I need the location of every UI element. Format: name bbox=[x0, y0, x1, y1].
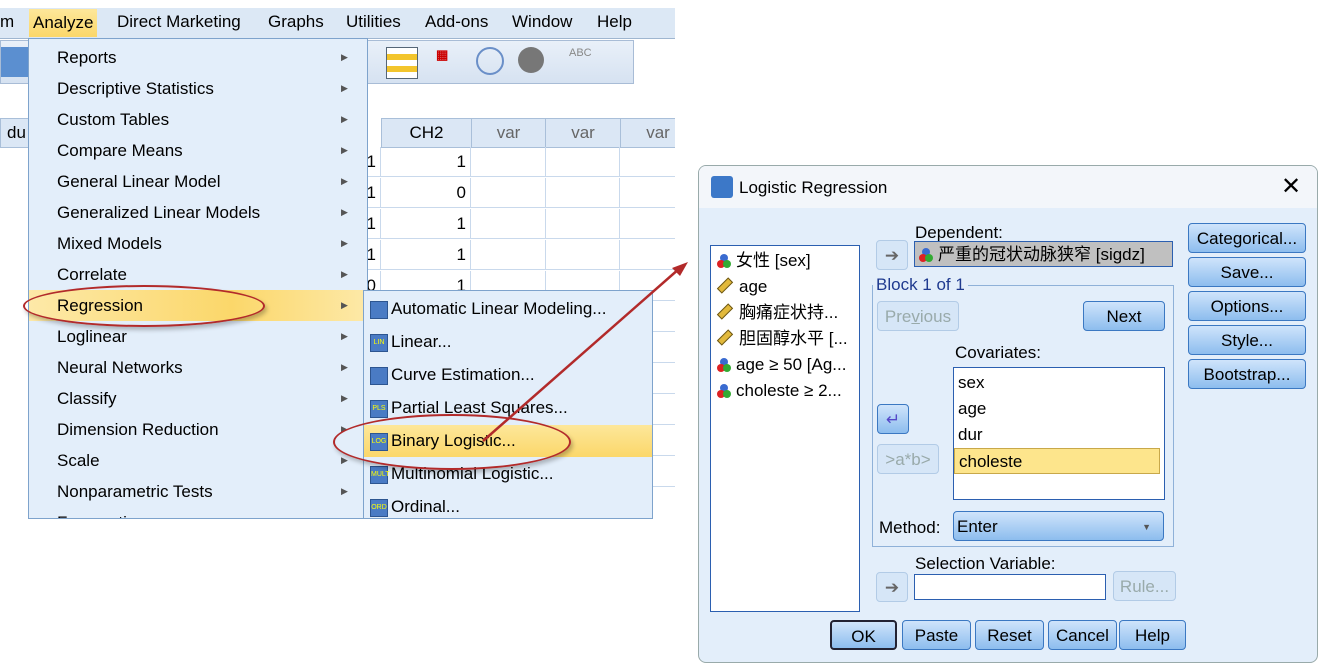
help-button[interactable]: Help bbox=[1119, 620, 1186, 650]
variable-label: 胆固醇水平 [... bbox=[739, 329, 848, 348]
scale-ruler-icon bbox=[716, 329, 734, 346]
covariate-item[interactable]: dur bbox=[954, 422, 1160, 448]
variable-item[interactable]: age ≥ 50 [Ag... bbox=[717, 352, 846, 378]
close-icon[interactable]: ✕ bbox=[1281, 172, 1301, 201]
covariate-item[interactable]: choleste bbox=[954, 448, 1160, 474]
dependent-field[interactable]: 严重的冠状动脉狭窄 [sigdz] bbox=[914, 241, 1173, 267]
move-dependent-arrow-button[interactable]: ➔ bbox=[876, 240, 908, 270]
method-label: Method: bbox=[879, 518, 941, 537]
nominal-icon bbox=[919, 248, 933, 262]
dialog-title-bar: Logistic Regression ✕ bbox=[699, 166, 1317, 208]
variable-label: 女性 [sex] bbox=[736, 251, 811, 270]
nominal-icon bbox=[717, 254, 731, 268]
variable-item[interactable]: 胸痛症状持... bbox=[716, 300, 839, 326]
cancel-button[interactable]: Cancel bbox=[1048, 620, 1117, 650]
nominal-icon bbox=[717, 358, 731, 372]
button-options[interactable]: Options... bbox=[1188, 291, 1306, 321]
selection-variable-label: Selection Variable: bbox=[915, 554, 1056, 573]
previous-button[interactable]: Previous bbox=[877, 301, 959, 331]
move-selection-arrow-button[interactable]: ➔ bbox=[876, 572, 908, 602]
variable-item[interactable]: choleste ≥ 2... bbox=[717, 378, 842, 404]
ok-button[interactable]: OK bbox=[830, 620, 897, 650]
logistic-regression-dialog: Logistic Regression ✕ 女性 [sex] age 胸痛症状持..… bbox=[698, 165, 1318, 663]
dependent-value: 严重的冠状动脉狭窄 [sigdz] bbox=[938, 245, 1145, 264]
next-button[interactable]: Next bbox=[1083, 301, 1165, 331]
variable-label: 胸痛症状持... bbox=[739, 303, 839, 322]
nominal-icon bbox=[717, 384, 731, 398]
source-variable-list[interactable]: 女性 [sex] age 胸痛症状持... 胆固醇水平 [... age ≥ 50 [A… bbox=[710, 245, 860, 612]
button-style[interactable]: Style... bbox=[1188, 325, 1306, 355]
reset-button[interactable]: Reset bbox=[975, 620, 1044, 650]
covariates-list[interactable]: sex age dur choleste bbox=[953, 367, 1165, 500]
button-save[interactable]: Save... bbox=[1188, 257, 1306, 287]
block-label: Block 1 of 1 bbox=[876, 275, 965, 294]
variable-label: age ≥ 50 [Ag... bbox=[736, 355, 847, 374]
app-icon bbox=[711, 176, 733, 198]
variable-label: age bbox=[739, 277, 768, 296]
covariate-item[interactable]: sex bbox=[954, 370, 1160, 396]
scale-ruler-icon bbox=[716, 303, 734, 320]
rule-button[interactable]: Rule... bbox=[1113, 571, 1176, 601]
covariates-label: Covariates: bbox=[955, 343, 1041, 362]
paste-button[interactable]: Paste bbox=[902, 620, 971, 650]
button-categorical[interactable]: Categorical... bbox=[1188, 223, 1306, 253]
move-covariate-arrow-button[interactable]: ↵ bbox=[877, 404, 909, 434]
variable-label: choleste ≥ 2... bbox=[736, 381, 842, 400]
method-value: Enter bbox=[957, 517, 998, 536]
chevron-down-icon: ▼ bbox=[1142, 522, 1151, 532]
variable-item[interactable]: 女性 [sex] bbox=[717, 248, 811, 274]
covariate-item[interactable]: age bbox=[954, 396, 1160, 422]
variable-item[interactable]: 胆固醇水平 [... bbox=[716, 326, 848, 352]
selection-variable-input[interactable] bbox=[914, 574, 1106, 600]
dependent-label: Dependent: bbox=[915, 223, 1003, 242]
variable-item[interactable]: age bbox=[716, 274, 768, 300]
interaction-button[interactable]: >a*b> bbox=[877, 444, 939, 474]
method-select[interactable]: Enter ▼ bbox=[953, 511, 1164, 541]
scale-ruler-icon bbox=[716, 277, 734, 294]
button-bootstrap[interactable]: Bootstrap... bbox=[1188, 359, 1306, 389]
dialog-title: Logistic Regression bbox=[739, 178, 888, 197]
